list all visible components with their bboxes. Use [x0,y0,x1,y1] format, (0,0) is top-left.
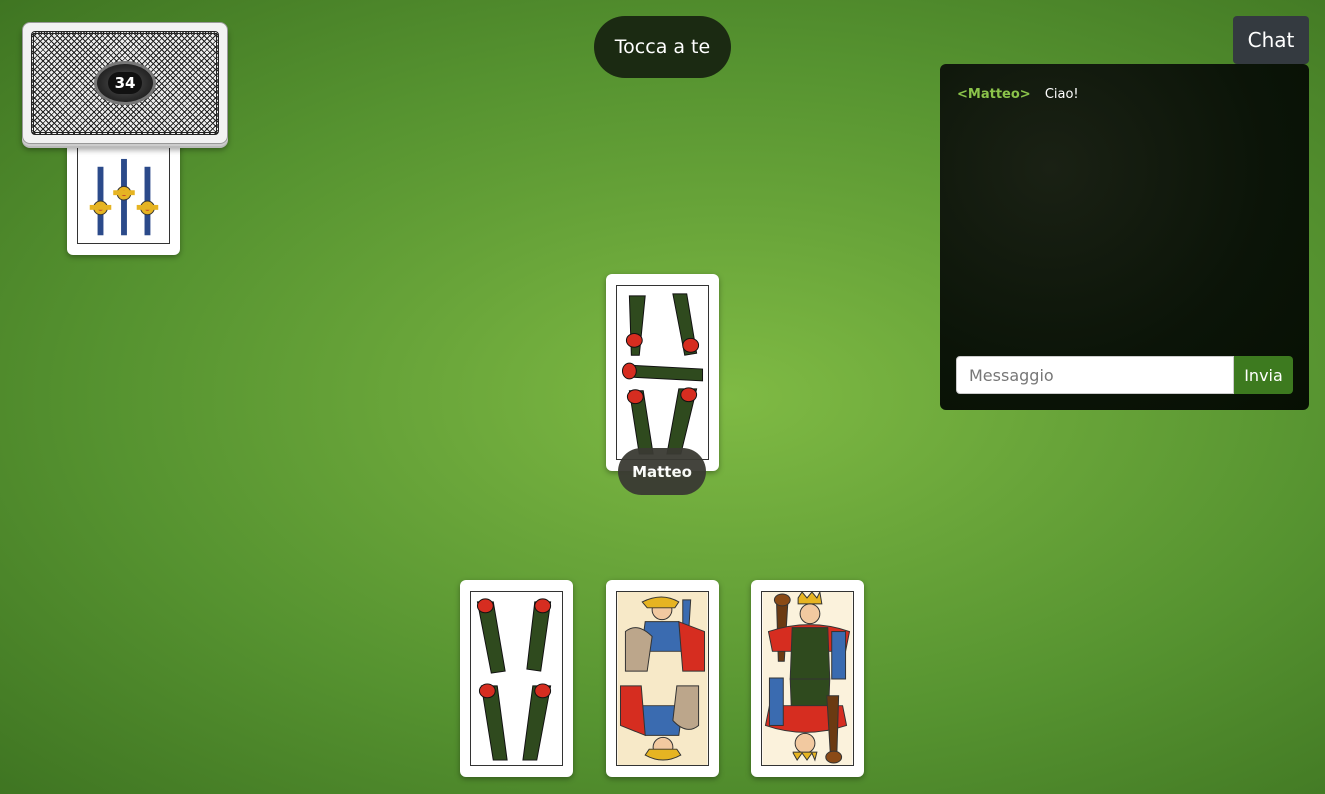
knight-of-swords-icon [616,591,709,766]
player-name-tag: Matteo [618,448,706,495]
chat-message: <Matteo> Ciao! [957,87,1079,102]
five-of-clubs-icon [616,285,709,460]
chat-message-text: Ciao! [1044,87,1079,102]
king-of-clubs-icon [761,591,854,766]
deck-count: 34 [107,72,143,94]
deck-count-badge: 34 [94,61,156,105]
card-back-icon: 34 [31,31,219,135]
four-of-clubs-icon [470,591,563,766]
hand-card-1[interactable] [460,580,573,777]
chat-toggle-button[interactable]: Chat [1233,16,1309,64]
played-card [606,274,719,471]
deck: 34 [22,22,228,144]
chat-send-button[interactable]: Invia [1234,356,1293,394]
chat-message-author: <Matteo> [957,87,1031,102]
turn-indicator: Tocca a te [594,16,731,78]
hand-card-3[interactable] [751,580,864,777]
hand-card-2[interactable] [606,580,719,777]
chat-panel: <Matteo> Ciao! Invia [940,64,1309,410]
chat-message-input[interactable] [956,356,1234,394]
